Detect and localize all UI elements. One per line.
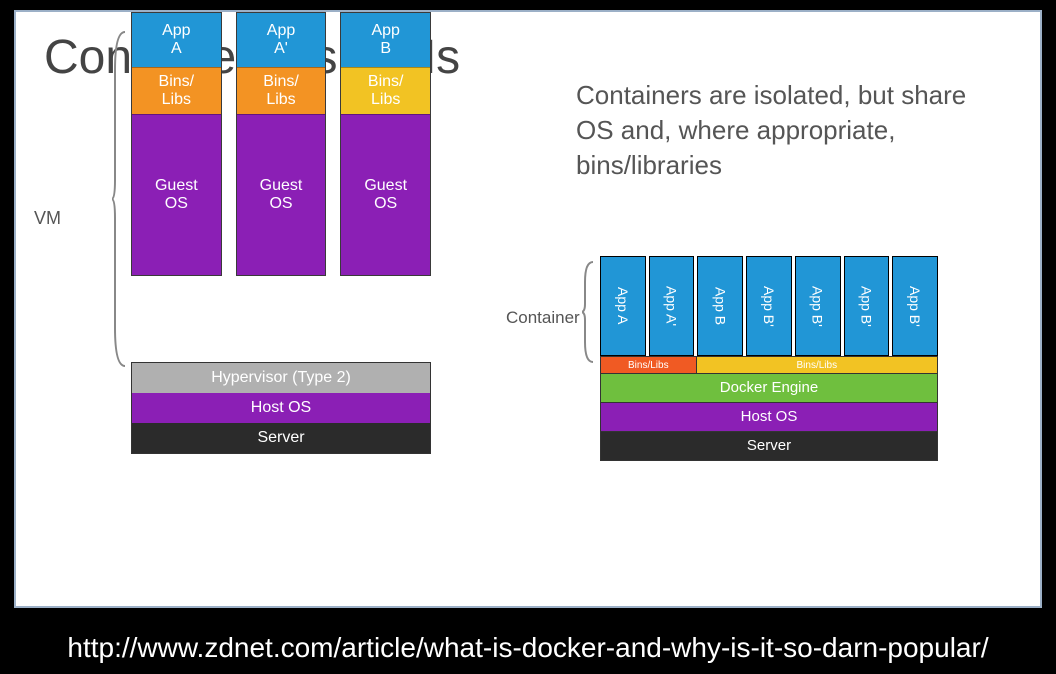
vm-column: AppBBins/LibsGuestOS (340, 12, 431, 276)
docker-engine-layer: Docker Engine (600, 374, 938, 403)
vm-diagram: AppABins/LibsGuestOSAppA'Bins/LibsGuestO… (131, 12, 431, 276)
description-text: Containers are isolated, but share OS an… (576, 78, 996, 183)
vm-bins-layer: Bins/Libs (132, 67, 221, 114)
vm-base-stack: Hypervisor (Type 2) Host OS Server (131, 362, 431, 454)
container-app: App B (697, 256, 743, 356)
vm-column: AppABins/LibsGuestOS (131, 12, 222, 276)
vm-bracket-icon (112, 30, 126, 368)
container-label: Container (506, 308, 580, 328)
container-app: App B' (892, 256, 938, 356)
vm-guest-os-layer: GuestOS (237, 114, 326, 275)
container-bins-left: Bins/Libs (600, 356, 697, 374)
container-bracket-icon (582, 260, 594, 364)
vm-host-os-layer: Host OS (132, 393, 430, 423)
hypervisor-layer: Hypervisor (Type 2) (132, 363, 430, 393)
container-app: App A (600, 256, 646, 356)
vm-server-layer: Server (132, 423, 430, 453)
vm-label: VM (34, 208, 61, 229)
container-server-layer: Server (600, 432, 938, 461)
container-host-os-layer: Host OS (600, 403, 938, 432)
container-app: App B' (844, 256, 890, 356)
container-diagram: App AApp A'App BApp B'App B'App B'App B'… (600, 256, 938, 461)
container-app: App B' (795, 256, 841, 356)
slide-stage: Containers vs. VMs VM AppABins/LibsGuest… (0, 0, 1056, 674)
vm-guest-os-layer: GuestOS (132, 114, 221, 275)
container-app: App A' (649, 256, 695, 356)
vm-app-layer: AppA (132, 13, 221, 67)
container-app: App B' (746, 256, 792, 356)
container-bins-row: Bins/Libs Bins/Libs (600, 356, 938, 374)
vm-bins-layer: Bins/Libs (341, 67, 430, 114)
vm-column: AppA'Bins/LibsGuestOS (236, 12, 327, 276)
vm-app-layer: AppA' (237, 13, 326, 67)
slide-card: Containers vs. VMs VM AppABins/LibsGuest… (14, 10, 1042, 608)
vm-guest-os-layer: GuestOS (341, 114, 430, 275)
vm-bins-layer: Bins/Libs (237, 67, 326, 114)
source-url: http://www.zdnet.com/article/what-is-doc… (0, 632, 1056, 664)
container-bins-right: Bins/Libs (697, 356, 938, 374)
vm-app-layer: AppB (341, 13, 430, 67)
